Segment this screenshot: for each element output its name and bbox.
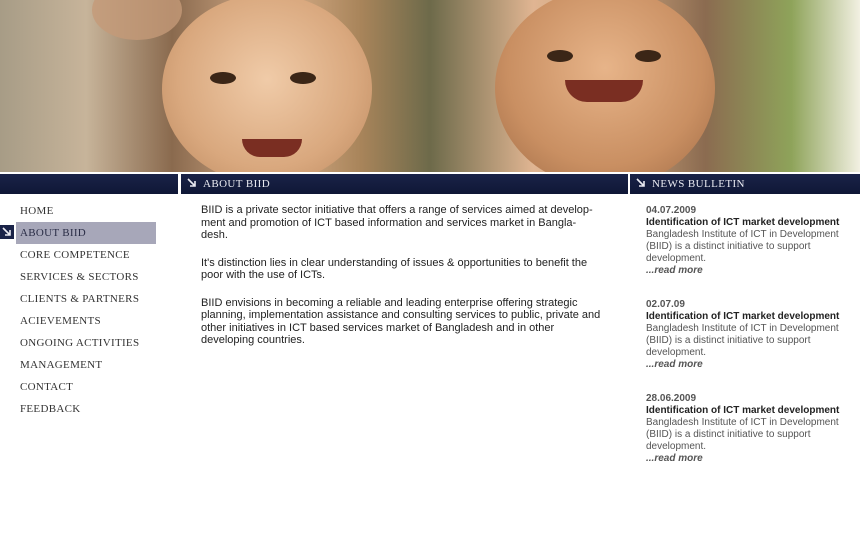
- news-item: 04.07.2009 Identification of ICT market …: [646, 205, 846, 277]
- news-header-bar: NEWS BULLETIN: [630, 174, 860, 194]
- active-arrow-icon: [0, 225, 14, 239]
- news-title: Identification of ICT market development: [646, 217, 840, 228]
- nav-item-core-competence[interactable]: CORE COMPETENCE: [0, 244, 160, 266]
- sidebar-nav: HOME ABOUT BIID CORE COMPETENCE SERVICES…: [0, 200, 160, 420]
- nav-item-about-label: ABOUT BIID: [20, 227, 87, 239]
- news-text: Bangladesh Institute of ICT in Developme…: [646, 229, 839, 264]
- news-heading: NEWS BULLETIN: [652, 178, 745, 190]
- about-content: BIID is a private sector initiative that…: [201, 204, 601, 362]
- read-more-link[interactable]: ...read more: [646, 359, 846, 371]
- nav-item-services-sectors[interactable]: SERVICES & SECTORS: [0, 266, 160, 288]
- about-paragraph-3: BIID envisions in becoming a reliable an…: [201, 296, 601, 347]
- nav-item-contact[interactable]: CONTACT: [0, 376, 160, 398]
- news-item: 28.06.2009 Identification of ICT market …: [646, 393, 846, 465]
- about-header-bar: ABOUT BIID: [181, 174, 628, 194]
- nav-item-ongoing-activities[interactable]: ONGOING ACTIVITIES: [0, 332, 160, 354]
- news-item: 02.07.09 Identification of ICT market de…: [646, 299, 846, 371]
- nav-item-clients-partners[interactable]: CLIENTS & PARTNERS: [0, 288, 160, 310]
- header-banner-image: [0, 0, 860, 172]
- nav-item-about[interactable]: ABOUT BIID: [0, 222, 156, 244]
- nav-item-home[interactable]: HOME: [0, 200, 160, 222]
- arrow-icon: [636, 178, 645, 187]
- news-text: Bangladesh Institute of ICT in Developme…: [646, 417, 839, 452]
- news-date: 28.06.2009: [646, 393, 697, 404]
- child-face-center: [162, 0, 372, 172]
- news-title: Identification of ICT market development: [646, 405, 840, 416]
- news-title: Identification of ICT market development: [646, 311, 840, 322]
- nav-item-management[interactable]: MANAGEMENT: [0, 354, 160, 376]
- read-more-link[interactable]: ...read more: [646, 453, 846, 465]
- nav-item-achievements[interactable]: ACIEVEMENTS: [0, 310, 160, 332]
- nav-item-feedback[interactable]: FEEDBACK: [0, 398, 160, 420]
- news-date: 04.07.2009: [646, 205, 697, 216]
- news-date: 02.07.09: [646, 299, 685, 310]
- news-bulletin: 04.07.2009 Identification of ICT market …: [646, 205, 846, 487]
- about-paragraph-1: BIID is a private sector initiative that…: [201, 204, 593, 241]
- read-more-link[interactable]: ...read more: [646, 265, 846, 277]
- child-face-right: [495, 0, 715, 172]
- sidebar-header-bar: [0, 174, 178, 194]
- about-paragraph-2: It's distinction lies in clear understan…: [201, 256, 588, 282]
- arrow-icon: [187, 178, 196, 187]
- child-face-left: [92, 0, 182, 40]
- about-heading: ABOUT BIID: [203, 178, 271, 190]
- news-text: Bangladesh Institute of ICT in Developme…: [646, 323, 839, 358]
